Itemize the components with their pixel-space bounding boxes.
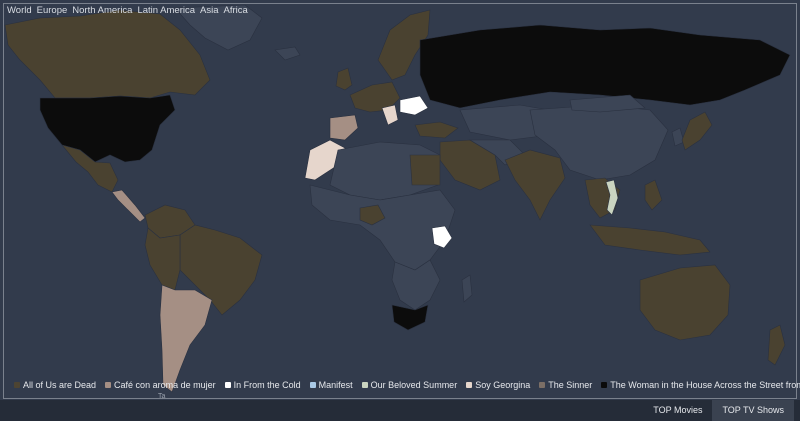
legend-label: Our Beloved Summer [370, 380, 458, 390]
legend-label: Manifest [318, 380, 353, 390]
legend-label: Soy Georgina [475, 380, 531, 390]
legend-item[interactable]: Café con aroma de mujer [105, 380, 216, 390]
region-europe[interactable]: Europe [37, 5, 68, 16]
legend-item[interactable]: The Sinner [539, 380, 592, 390]
legend-swatch [224, 382, 231, 388]
region-world[interactable]: World [7, 5, 32, 16]
tab-bar: TOP Movies TOP TV Shows [643, 400, 794, 421]
legend-item[interactable]: The Woman in the House Across the Street… [601, 380, 800, 390]
egypt[interactable] [409, 154, 441, 186]
region-north-america[interactable]: North America [72, 5, 132, 16]
region-latin-america[interactable]: Latin America [137, 5, 195, 16]
map-credit: Ta [158, 393, 166, 400]
region-nav: World Europe North America Latin America… [7, 5, 248, 16]
legend-swatch [14, 382, 20, 388]
region-asia[interactable]: Asia [200, 5, 218, 16]
legend-swatch [361, 382, 368, 388]
legend-item[interactable]: Our Beloved Summer [361, 380, 458, 390]
legend: All of Us are Dead Café con aroma de muj… [14, 380, 800, 390]
legend-label: In From the Cold [233, 380, 301, 390]
region-africa[interactable]: Africa [224, 5, 248, 16]
world-map[interactable] [0, 0, 800, 421]
legend-swatch [466, 382, 473, 388]
tab-top-tv-shows[interactable]: TOP TV Shows [712, 400, 794, 421]
legend-swatch [539, 382, 546, 388]
legend-label: All of Us are Dead [23, 380, 97, 390]
legend-swatch [105, 382, 112, 388]
legend-swatch [309, 382, 316, 388]
legend-label: Café con aroma de mujer [114, 380, 216, 390]
legend-item[interactable]: In From the Cold [224, 380, 301, 390]
tab-top-movies[interactable]: TOP Movies [643, 400, 712, 421]
legend-label: The Sinner [548, 380, 593, 390]
legend-item[interactable]: Soy Georgina [466, 380, 530, 390]
map-app: World Europe North America Latin America… [0, 0, 800, 421]
legend-label: The Woman in the House Across the Street… [610, 380, 800, 390]
legend-swatch [601, 382, 608, 388]
legend-item[interactable]: All of Us are Dead [14, 380, 96, 390]
legend-item[interactable]: Manifest [309, 380, 353, 390]
